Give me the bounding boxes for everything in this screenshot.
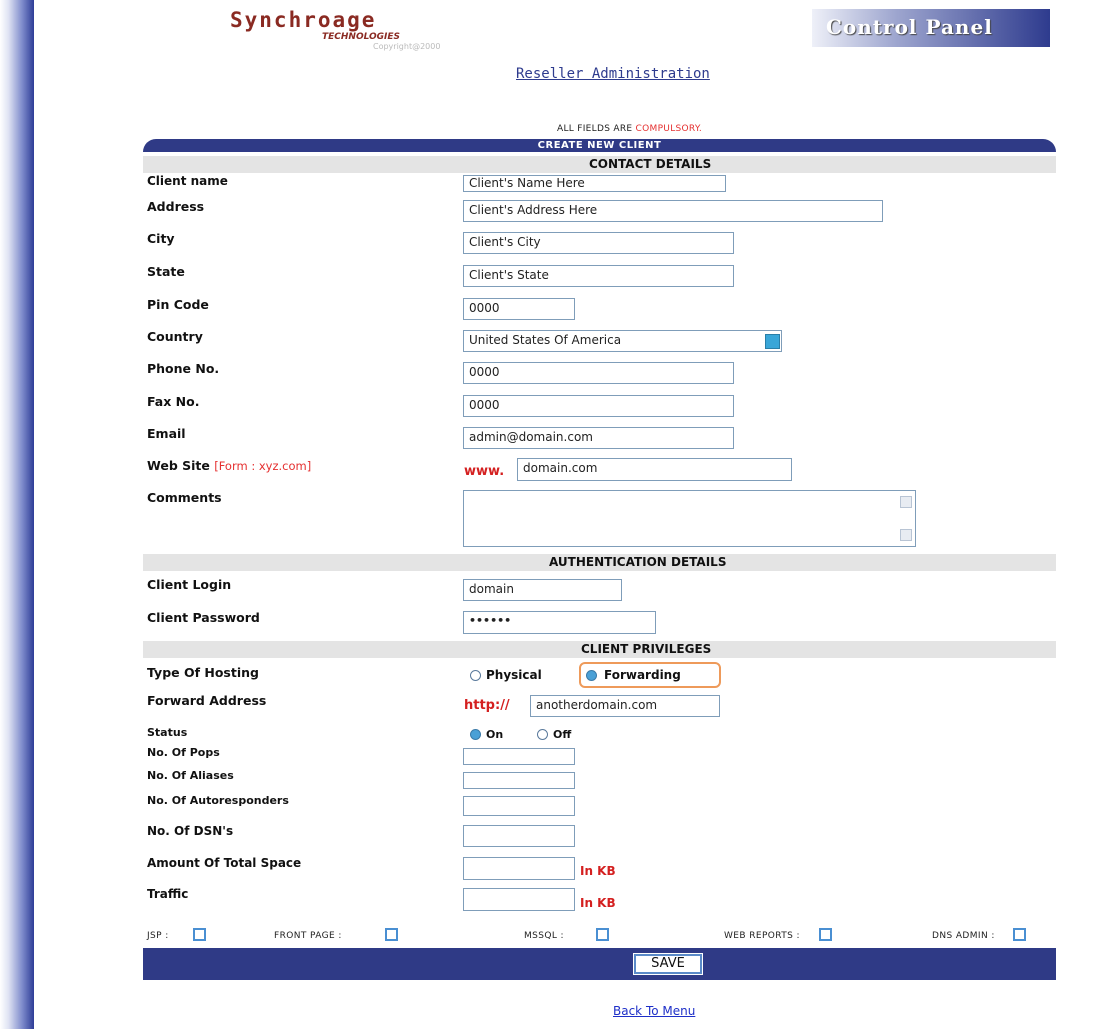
mssql-label: MSSQL :: [524, 931, 564, 941]
hosting-type-label: Type Of Hosting: [147, 665, 259, 680]
frontpage-checkbox[interactable]: [385, 928, 398, 941]
pops-input[interactable]: [463, 748, 575, 765]
section-privileges: CLIENT PRIVILEGES: [143, 641, 1056, 658]
dns-admin-label: DNS ADMIN :: [932, 931, 995, 941]
total-space-unit: In KB: [580, 864, 616, 878]
web-reports-label: WEB REPORTS :: [724, 931, 800, 941]
client-password-label: Client Password: [147, 610, 260, 625]
total-space-input[interactable]: [463, 857, 575, 880]
pin-code-input[interactable]: 0000: [463, 298, 575, 320]
comments-label: Comments: [147, 490, 222, 505]
forward-address-input[interactable]: anotherdomain.com: [530, 695, 720, 717]
traffic-input[interactable]: [463, 888, 575, 911]
logo-copyright: Copyright@2000: [373, 42, 441, 51]
control-panel-title: Control Panel: [826, 15, 993, 39]
logo-text: Synchroage: [230, 8, 377, 32]
mssql-checkbox[interactable]: [596, 928, 609, 941]
hosting-physical-label: Physical: [486, 668, 542, 682]
traffic-unit: In KB: [580, 896, 616, 910]
website-label: Web Site [Form : xyz.com]: [147, 458, 312, 473]
email-label: Email: [147, 426, 186, 441]
jsp-label: JSP :: [147, 931, 169, 941]
client-name-input[interactable]: Client's Name Here: [463, 175, 726, 192]
status-off-radio[interactable]: [537, 729, 548, 740]
control-panel-banner: Control Panel: [812, 9, 1050, 47]
state-label: State: [147, 264, 185, 279]
web-reports-checkbox[interactable]: [819, 928, 832, 941]
address-input[interactable]: Client's Address Here: [463, 200, 883, 222]
form-footer-bar: [143, 948, 1056, 980]
address-label: Address: [147, 199, 205, 214]
section-auth: AUTHENTICATION DETAILS: [143, 554, 1056, 571]
client-login-input[interactable]: domain: [463, 579, 622, 601]
fax-input[interactable]: 0000: [463, 395, 734, 417]
phone-label: Phone No.: [147, 361, 220, 376]
dns-admin-checkbox[interactable]: [1013, 928, 1026, 941]
dsn-label: No. Of DSN's: [147, 824, 234, 838]
city-input[interactable]: Client's City: [463, 232, 734, 254]
back-to-menu-link[interactable]: Back To Menu: [613, 1004, 695, 1018]
forward-prefix: http://: [464, 698, 510, 713]
dsn-input[interactable]: [463, 825, 575, 847]
forward-address-label: Forward Address: [147, 693, 267, 708]
country-label: Country: [147, 329, 203, 344]
client-password-input[interactable]: ••••••: [463, 611, 656, 634]
hosting-forwarding-label: Forwarding: [604, 668, 681, 682]
total-space-label: Amount Of Total Space: [147, 856, 302, 870]
traffic-label: Traffic: [147, 887, 189, 901]
dropdown-arrow-icon[interactable]: [765, 334, 780, 349]
aliases-label: No. Of Aliases: [147, 769, 234, 782]
pops-label: No. Of Pops: [147, 746, 220, 759]
jsp-checkbox[interactable]: [193, 928, 206, 941]
pin-code-label: Pin Code: [147, 297, 209, 312]
hosting-physical-radio[interactable]: [470, 670, 481, 681]
website-prefix: www.: [464, 464, 505, 479]
status-on-radio[interactable]: [470, 729, 481, 740]
client-login-label: Client Login: [147, 577, 232, 592]
compulsory-notice: ALL FIELDS ARE COMPULSORY.: [557, 124, 703, 134]
scroll-up-icon[interactable]: [900, 496, 912, 508]
scroll-down-icon[interactable]: [900, 529, 912, 541]
left-gradient-bar: [0, 0, 34, 1029]
comments-textarea[interactable]: [463, 490, 916, 547]
synchroage-logo: Synchroage TECHNOLOGIES Copyright@2000: [230, 8, 520, 51]
phone-input[interactable]: 0000: [463, 362, 734, 384]
form-title-banner: CREATE NEW CLIENT: [143, 139, 1056, 152]
status-on-label: On: [486, 728, 504, 741]
hosting-forwarding-radio[interactable]: [586, 670, 597, 681]
fax-label: Fax No.: [147, 394, 200, 409]
client-name-label: Client name: [147, 174, 228, 188]
page-subtitle-link[interactable]: Reseller Administration: [516, 66, 710, 82]
status-off-label: Off: [553, 728, 572, 741]
state-input[interactable]: Client's State: [463, 265, 734, 287]
logo-subtext: TECHNOLOGIES: [322, 32, 401, 42]
website-hint: [Form : xyz.com]: [214, 459, 312, 473]
website-input[interactable]: domain.com: [517, 458, 792, 481]
status-label: Status: [147, 726, 188, 739]
frontpage-label: FRONT PAGE :: [274, 931, 342, 941]
email-input[interactable]: admin@domain.com: [463, 427, 734, 449]
section-auth-title: AUTHENTICATION DETAILS: [549, 555, 727, 569]
city-label: City: [147, 231, 175, 246]
country-select[interactable]: United States Of America: [463, 330, 782, 352]
autoresponders-label: No. Of Autoresponders: [147, 794, 289, 807]
aliases-input[interactable]: [463, 772, 575, 789]
section-privileges-title: CLIENT PRIVILEGES: [581, 642, 712, 656]
section-contact: CONTACT DETAILS: [143, 156, 1056, 173]
autoresponders-input[interactable]: [463, 796, 575, 816]
section-contact-title: CONTACT DETAILS: [589, 157, 712, 171]
save-button[interactable]: SAVE: [633, 953, 703, 975]
